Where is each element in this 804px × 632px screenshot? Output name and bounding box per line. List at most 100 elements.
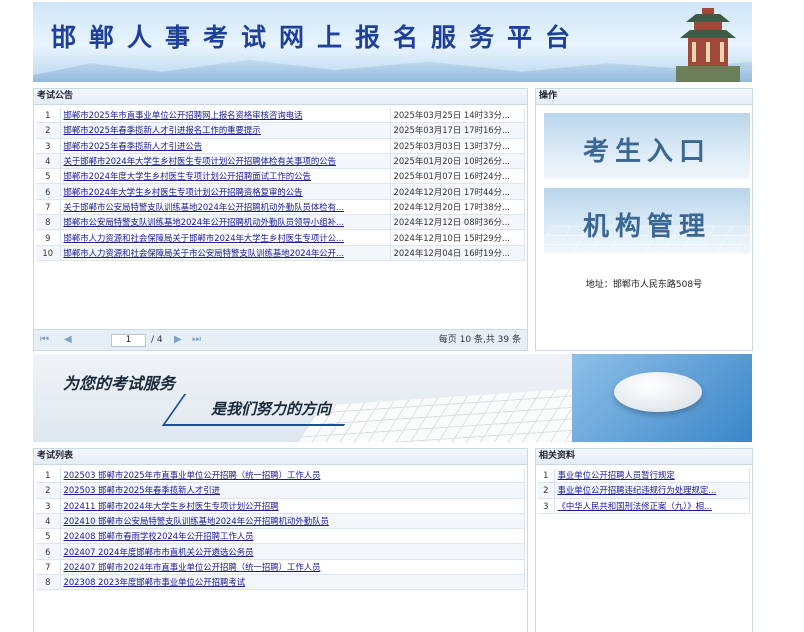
row-number: 3: [538, 498, 555, 514]
row-number: 2: [36, 482, 61, 499]
row-title-cell: 邯郸市2024年度大学生乡村医生专项计划公开招聘面试工作的公告: [60, 168, 391, 185]
header-banner: 邯郸人事考试网上报名服务平台: [33, 2, 752, 82]
row-title-link[interactable]: 事业单位公开招聘人员暂行规定: [558, 470, 675, 480]
row-date: 2025年01月20日 10时26分...: [390, 153, 525, 170]
announcements-panel: 考试公告 1 邯郸市2025年市直事业单位公开招聘网上报名资格审核咨询电话 2025…: [33, 88, 528, 351]
announcements-table: 1 邯郸市2025年市直事业单位公开招聘网上报名资格审核咨询电话 2025年03月2…: [36, 108, 525, 261]
row-title-cell: 《中华人民共和国刑法修正案（九）》相...: [554, 498, 750, 514]
slogan-banner: 为您的考试服务 是我们努力的方向: [33, 354, 752, 442]
address-text: 地址：邯郸市人民东路508号: [585, 280, 703, 290]
row-number: 7: [36, 199, 61, 216]
row-title-link[interactable]: 邯郸市2025年春季揽新人才引进公告: [64, 141, 203, 151]
row-title-link[interactable]: 邯郸市2025年市直事业单位公开招聘网上报名资格审核咨询电话: [64, 110, 303, 120]
table-row: 4 关于邯郸市2024年大学生乡村医生专项计划公开招聘体检有关事项的公告 2025年…: [36, 153, 525, 170]
table-row: 8 邯郸市公安局特警支队训练基地2024年公开招聘机动外勤队员领导小组补... 20…: [36, 214, 525, 231]
resources-table: 1 事业单位公开招聘人员暂行规定 2 事业单位公开招聘违纪违规行为处理规定... 3 《中…: [538, 468, 750, 514]
row-title-cell: 邯郸市公安局特警支队训练基地2024年公开招聘机动外勤队员领导小组补...: [60, 214, 391, 231]
row-title-link[interactable]: 《中华人民共和国刑法修正案（九）》相...: [558, 501, 713, 511]
table-row: 3 《中华人民共和国刑法修正案（九）》相...: [538, 498, 750, 514]
row-number: 6: [36, 183, 61, 200]
candidate-entry-label: 考生入口: [582, 137, 711, 167]
table-row: 2 邯郸市2025年春季揽新人才引进报名工作的重要提示 2025年03月17日 17…: [36, 122, 525, 139]
row-number: 2: [36, 122, 61, 139]
row-title-cell: 202308 2023年度邯郸市事业单位公开招聘考试: [60, 574, 525, 591]
row-title-link[interactable]: 202408 邯郸市春雨学校2024年公开招聘工作人员: [64, 531, 254, 541]
row-title-cell: 邯郸市2025年春季揽新人才引进报名工作的重要提示: [60, 122, 391, 139]
row-title-cell: 邯郸市2024年大学生乡村医生专项计划公开招聘资格复审的公告: [60, 183, 391, 200]
row-date: 2024年12月12日 08时36分...: [390, 214, 525, 231]
table-row: 6 202407 2024年度邯郸市市直机关公开遴选公务员: [36, 543, 525, 560]
row-title-link[interactable]: 事业单位公开招聘违纪违规行为处理规定...: [558, 485, 717, 495]
next-page-icon[interactable]: ▶: [174, 330, 182, 350]
row-title-link[interactable]: 关于邯郸市公安局特警支队训练基地2024年公开招聘机动外勤队员体检有...: [64, 202, 345, 212]
table-row: 4 202410 邯郸市公安局特警支队训练基地2024年公开招聘机动外勤队员: [36, 513, 525, 530]
table-row: 7 关于邯郸市公安局特警支队训练基地2024年公开招聘机动外勤队员体检有... 20…: [36, 199, 525, 216]
row-title-link[interactable]: 邯郸市2025年春季揽新人才引进报名工作的重要提示: [64, 125, 261, 135]
row-title-cell: 事业单位公开招聘人员暂行规定: [554, 468, 750, 484]
slogan-line2: 是我们努力的方向: [211, 400, 332, 418]
row-title-link[interactable]: 202308 2023年度邯郸市事业单位公开招聘考试: [64, 577, 246, 587]
row-number: 8: [36, 574, 61, 591]
pagination-bar: ⏮ ◀ 1 / 4 ▶ ⏭ 每页 10 条,共 39 条: [34, 329, 527, 350]
row-title-cell: 202411 邯郸市2024年大学生乡村医生专项计划公开招聘: [60, 498, 525, 514]
org-management-label: 机构管理: [582, 212, 711, 242]
row-title-cell: 关于邯郸市2024年大学生乡村医生专项计划公开招聘体检有关事项的公告: [60, 153, 391, 170]
row-title-link[interactable]: 邯郸市人力资源和社会保障局关于邯郸市2024年大学生乡村医生专项计公...: [64, 233, 345, 243]
row-title-cell: 邯郸市2025年春季揽新人才引进公告: [60, 138, 391, 154]
table-row: 2 事业单位公开招聘违纪违规行为处理规定...: [538, 482, 750, 499]
row-date: 2024年12月04日 16时19分...: [390, 245, 525, 261]
org-management-button[interactable]: 机构管理: [544, 188, 750, 254]
row-number: 5: [36, 168, 61, 185]
row-title-cell: 202410 邯郸市公安局特警支队训练基地2024年公开招聘机动外勤队员: [60, 513, 525, 530]
row-date: 2024年12月10日 15时29分...: [390, 229, 525, 246]
row-number: 5: [36, 528, 61, 545]
row-title-link[interactable]: 202407 邯郸市2024年市直事业单位公开招聘（统一招聘）工作人员: [64, 562, 321, 572]
row-title-link[interactable]: 202503 邯郸市2025年春季揽新人才引进: [64, 485, 220, 495]
pagoda-icon: [676, 8, 740, 82]
operations-heading: 操作: [536, 89, 752, 105]
row-title-cell: 邯郸市人力资源和社会保障局关于邯郸市2024年大学生乡村医生专项计公...: [60, 229, 391, 246]
prev-page-icon[interactable]: ◀: [64, 330, 72, 350]
table-row: 6 邯郸市2024年大学生乡村医生专项计划公开招聘资格复审的公告 2024年12月2…: [36, 183, 525, 200]
table-row: 1 事业单位公开招聘人员暂行规定: [538, 468, 750, 484]
row-number: 9: [36, 229, 61, 246]
table-row: 1 邯郸市2025年市直事业单位公开招聘网上报名资格审核咨询电话 2025年03月2…: [36, 108, 525, 124]
row-title-cell: 关于邯郸市公安局特警支队训练基地2024年公开招聘机动外勤队员体检有...: [60, 199, 391, 216]
row-title-link[interactable]: 关于邯郸市2024年大学生乡村医生专项计划公开招聘体检有关事项的公告: [64, 156, 337, 166]
row-number: 1: [538, 468, 555, 484]
row-number: 1: [36, 108, 61, 124]
row-title-link[interactable]: 202407 2024年度邯郸市市直机关公开遴选公务员: [64, 547, 254, 557]
candidate-entry-button[interactable]: 考生入口: [544, 113, 750, 179]
page-number-input[interactable]: 1: [111, 334, 146, 347]
row-title-cell: 邯郸市2025年市直事业单位公开招聘网上报名资格审核咨询电话: [60, 108, 391, 124]
row-date: 2025年03月25日 14时33分...: [390, 108, 525, 124]
row-title-link[interactable]: 202503 邯郸市2025年市直事业单位公开招聘（统一招聘）工作人员: [64, 470, 321, 480]
row-title-link[interactable]: 邯郸市2024年度大学生乡村医生专项计划公开招聘面试工作的公告: [64, 171, 311, 181]
last-page-icon[interactable]: ⏭: [192, 330, 201, 350]
row-number: 10: [36, 245, 61, 261]
row-number: 7: [36, 559, 61, 576]
table-row: 9 邯郸市人力资源和社会保障局关于邯郸市2024年大学生乡村医生专项计公... 20…: [36, 229, 525, 246]
row-title-link[interactable]: 邯郸市2024年大学生乡村医生专项计划公开招聘资格复审的公告: [64, 187, 303, 197]
row-number: 2: [538, 482, 555, 499]
row-title-cell: 202407 2024年度邯郸市市直机关公开遴选公务员: [60, 543, 525, 560]
row-title-link[interactable]: 202410 邯郸市公安局特警支队训练基地2024年公开招聘机动外勤队员: [64, 516, 329, 526]
row-title-link[interactable]: 邯郸市人力资源和社会保障局关于市公安局特警支队训练基地2024年公开...: [64, 248, 345, 258]
slogan-line1: 为您的考试服务: [63, 374, 176, 393]
table-row: 8 202308 2023年度邯郸市事业单位公开招聘考试: [36, 574, 525, 591]
row-date: 2024年12月20日 17时44分...: [390, 183, 525, 200]
row-date: 2025年03月17日 17时16分...: [390, 122, 525, 139]
row-number: 1: [36, 468, 61, 484]
row-number: 4: [36, 513, 61, 530]
row-title-link[interactable]: 邯郸市公安局特警支队训练基地2024年公开招聘机动外勤队员领导小组补...: [64, 217, 345, 227]
row-title-cell: 邯郸市人力资源和社会保障局关于市公安局特警支队训练基地2024年公开...: [60, 245, 391, 261]
first-page-icon[interactable]: ⏮: [40, 330, 49, 350]
exam-list-heading: 考试列表: [34, 449, 527, 465]
row-title-link[interactable]: 202411 邯郸市2024年大学生乡村医生专项计划公开招聘: [64, 501, 279, 511]
row-number: 6: [36, 543, 61, 560]
total-pages: / 4: [151, 335, 163, 345]
row-number: 4: [36, 153, 61, 170]
row-title-cell: 事业单位公开招聘违纪违规行为处理规定...: [554, 482, 750, 499]
row-title-cell: 202407 邯郸市2024年市直事业单位公开招聘（统一招聘）工作人员: [60, 559, 525, 576]
resources-heading: 相关资料: [536, 449, 752, 465]
